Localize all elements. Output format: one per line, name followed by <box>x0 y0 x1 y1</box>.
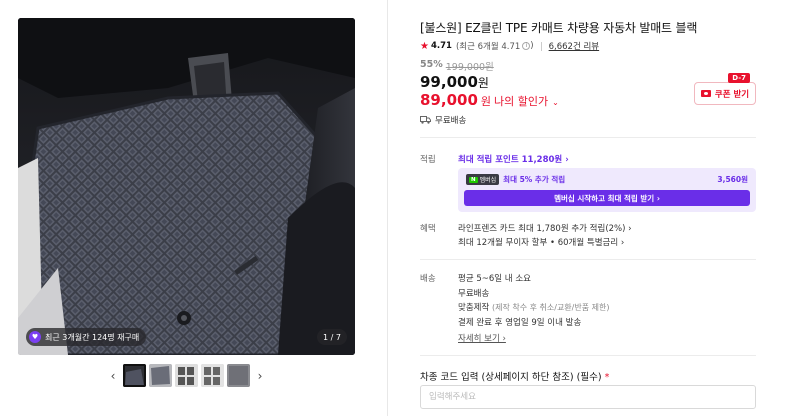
benefits-label: 혜택 <box>420 224 436 234</box>
recent-rating-close: ) <box>530 41 534 51</box>
thumbnail-prev-arrow-icon[interactable]: ‹ <box>106 365 120 387</box>
thumbnail-2[interactable] <box>149 364 172 387</box>
product-details: [불스원] EZ클린 TPE 카매트 차량용 자동차 발매트 블랙 ★ 4.71… <box>388 0 800 416</box>
car-floor-mat-photo <box>18 18 355 355</box>
coupon-button-label: 쿠폰 받기 <box>714 89 750 100</box>
delivery-duration: 평균 5~6일 내 소요 <box>458 274 531 284</box>
custom-made-label: 맞춤제작 <box>458 303 490 313</box>
sale-price-unit: 원 <box>477 76 489 90</box>
max-points-link[interactable]: 최대 적립 포인트 11,280원 › <box>458 153 569 165</box>
my-price-label: 나의 할인가 <box>494 95 549 108</box>
info-icon[interactable]: i <box>522 42 531 50</box>
thumbnail-mat-image <box>149 364 172 387</box>
car-code-input[interactable] <box>420 385 756 409</box>
delivery-label: 배송 <box>420 274 436 284</box>
naver-n-icon: N <box>469 176 478 183</box>
required-mark: * <box>604 372 610 383</box>
truck-icon <box>420 116 431 124</box>
membership-amount: 3,560원 <box>717 175 748 184</box>
review-count-link[interactable]: 6,662건 리뷰 <box>549 40 600 52</box>
section-divider <box>420 259 756 260</box>
sale-price-amount: 99,000 <box>420 73 478 91</box>
section-divider <box>420 355 756 356</box>
my-discount-price[interactable]: 89,000 원 나의 할인가 ⌄ <box>420 91 559 109</box>
sale-price: 99,000원 <box>420 73 489 91</box>
rating-row: ★ 4.71 (최근 6개월 4.71 i ) 6,662건 리뷰 <box>420 40 600 53</box>
product-page: ♥ 최근 3개월간 124명 재구매 1 / 7 ‹ › [불스원] EZ클린 … <box>0 0 800 416</box>
membership-start-button[interactable]: 멤버십 시작하고 최대 적립 받기 › <box>464 190 750 206</box>
thumbnail-4[interactable] <box>201 364 224 387</box>
points-label: 적립 <box>420 155 436 165</box>
discount-row: 55% 199,000원 <box>420 59 494 73</box>
thumbnail-3[interactable] <box>175 364 198 387</box>
dispatch-info: 결제 완료 후 영업일 9일 이내 발송 <box>458 317 582 328</box>
repurchase-icon: ♥ <box>29 331 41 343</box>
delivery-details-link[interactable]: 자세히 보기 › <box>458 332 506 344</box>
card-benefit-link[interactable]: 라인프렌즈 카드 최대 1,780원 추가 적립(2%) › <box>458 222 632 236</box>
product-gallery: ♥ 최근 3개월간 124명 재구매 1 / 7 ‹ › <box>0 0 388 416</box>
membership-title: 최대 5% 추가 적립 <box>503 175 566 184</box>
original-price: 199,000원 <box>445 62 494 73</box>
coupon-dday-tag: D-7 <box>728 73 750 83</box>
custom-made-info: 맞춤제작 (제작 착수 후 취소/교환/반품 제한) <box>458 301 609 316</box>
my-price-amount: 89,000 <box>420 91 478 109</box>
car-code-label-text: 차종 코드 입력 (상세페이지 하단 참조) (필수) <box>420 372 602 383</box>
discount-rate: 55% <box>420 59 443 70</box>
benefit-list: 라인프렌즈 카드 최대 1,780원 추가 적립(2%) › 최대 12개월 무… <box>458 222 632 250</box>
my-price-unit: 원 <box>480 95 492 108</box>
star-icon: ★ <box>420 40 429 52</box>
repurchase-text: 최근 3개월간 124명 재구매 <box>45 332 140 342</box>
thumbnail-mat-set-image <box>175 364 198 387</box>
shipping-row: 무료배송 <box>420 114 466 126</box>
thumbnail-strip: ‹ › <box>106 364 267 387</box>
custom-made-note: (제작 착수 후 취소/교환/반품 제한) <box>491 303 610 312</box>
section-divider <box>420 137 756 138</box>
product-main-image[interactable]: ♥ 최근 3개월간 124명 재구매 1 / 7 <box>18 18 355 355</box>
car-code-label: 차종 코드 입력 (상세페이지 하단 참조) (필수) * <box>420 369 609 383</box>
shipping-text: 무료배송 <box>435 116 467 126</box>
delivery-fee: 무료배송 <box>458 288 490 299</box>
coupon-download-button[interactable]: 쿠폰 받기 <box>694 82 756 105</box>
image-counter: 1 / 7 <box>317 329 347 345</box>
delivery-info: 평균 5~6일 내 소요 무료배송 맞춤제작 (제작 착수 후 취소/교환/반품… <box>458 272 609 330</box>
coupon-area: D-7 쿠폰 받기 <box>694 73 756 105</box>
divider <box>540 41 542 51</box>
membership-badge-label: 멤버십 <box>479 177 497 184</box>
product-title: [불스원] EZ클린 TPE 카매트 차량용 자동차 발매트 블랙 <box>420 21 698 35</box>
membership-box: N 멤버십 최대 5% 추가 적립 3,560원 멤버십 시작하고 최대 적립 … <box>458 168 756 212</box>
installment-benefit-link[interactable]: 최대 12개월 무이자 할부 • 60개월 특별금리 › <box>458 236 632 250</box>
thumbnail-mat-set-image <box>201 364 224 387</box>
recent-rating: (최근 6개월 4.71 <box>455 42 521 52</box>
thumbnail-next-arrow-icon[interactable]: › <box>253 365 267 387</box>
thumbnail-mat-image <box>123 364 146 387</box>
repurchase-badge: ♥ 최근 3개월간 124명 재구매 <box>26 328 147 346</box>
membership-header: N 멤버십 최대 5% 추가 적립 3,560원 <box>466 174 748 185</box>
rating-score: 4.71 <box>430 41 452 51</box>
thumbnail-5[interactable] <box>227 364 250 387</box>
membership-badge: N 멤버십 <box>466 174 500 185</box>
thumbnail-texture-image <box>227 364 250 387</box>
chevron-down-icon: ⌄ <box>552 98 559 107</box>
thumbnail-1[interactable] <box>123 364 146 387</box>
coupon-icon <box>700 90 711 97</box>
